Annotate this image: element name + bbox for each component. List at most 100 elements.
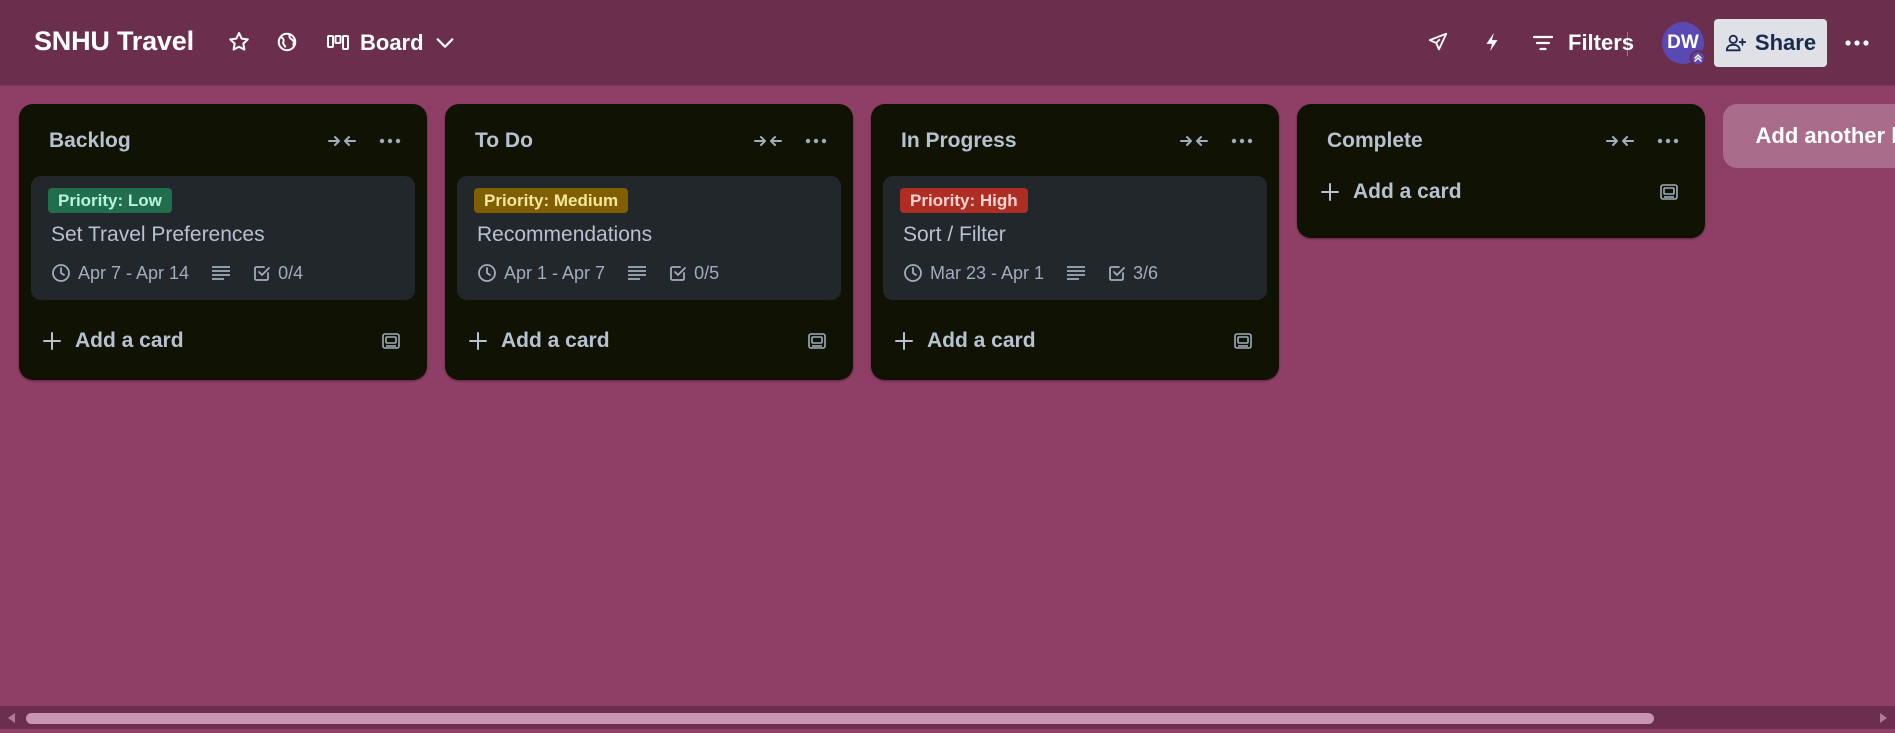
list-complete: Complete Add a card [1297,104,1705,238]
board-view-label: Board [360,30,424,55]
star-icon [229,32,249,51]
admin-badge [1690,50,1706,66]
list-header: In Progress [871,104,1279,176]
due-date-text: Apr 7 - Apr 14 [78,262,190,283]
board-menu-button[interactable] [1842,28,1872,58]
collapse-icon [328,136,356,146]
collapse-list-button[interactable] [753,128,783,154]
due-date-badge[interactable]: Mar 23 - Apr 1 [903,263,1044,284]
avatar[interactable]: DW [1662,22,1706,66]
power-ups-icon [1428,32,1448,51]
board-view-switcher[interactable]: Board [326,24,456,62]
description-icon [628,266,647,280]
card-badges: Mar 23 - Apr 1 3/6 [903,260,1158,286]
list-footer: Add a card [871,300,1279,380]
priority-label[interactable]: Priority: Medium [474,188,629,213]
clock-icon [904,264,922,282]
scroll-right-button[interactable] [1877,711,1891,725]
filters-button[interactable]: Filters [1532,26,1634,60]
card[interactable]: Priority: High Sort / Filter Mar 23 - Ap… [883,176,1267,300]
more-icon [1657,138,1679,144]
collapse-icon [1606,136,1634,146]
create-from-template-button[interactable] [379,329,403,353]
list-title[interactable]: In Progress [901,129,1017,153]
card-badges: Apr 1 - Apr 7 0/5 [477,260,719,286]
priority-label[interactable]: Priority: High [900,188,1028,213]
plus-icon [1743,135,1744,137]
visibility-button[interactable] [273,28,301,56]
power-ups-button[interactable] [1424,28,1452,56]
list-actions-button[interactable] [801,128,831,154]
collapse-icon [1180,136,1208,146]
collapse-list-button[interactable] [1179,128,1209,154]
checklist-count: 3/6 [1133,262,1159,283]
card[interactable]: Priority: Low Set Travel Preferences Apr… [31,176,415,300]
list-title[interactable]: Complete [1327,129,1423,153]
due-date-text: Apr 1 - Apr 7 [504,262,606,283]
checklist-badge: 0/5 [669,263,719,284]
share-label: Share [1754,30,1817,55]
scrollbar-thumb[interactable] [26,713,1654,724]
card-title: Set Travel Preferences [51,223,265,246]
checklist-icon [1109,266,1125,281]
scroll-left-button[interactable] [4,711,18,725]
add-card-button[interactable]: Add a card [1321,176,1462,208]
add-card-button[interactable]: Add a card [895,325,1036,357]
collapse-icon [754,136,782,146]
card-title: Sort / Filter [903,223,1006,246]
checklist-icon [254,266,270,281]
list-header: Complete [1297,104,1705,176]
list-actions-button[interactable] [1653,128,1683,154]
triangle-right-icon [1880,713,1887,723]
automation-button[interactable] [1478,28,1506,56]
more-icon [1231,138,1253,144]
horizontal-scrollbar[interactable] [0,706,1895,729]
card-badges: Apr 7 - Apr 14 0/4 [51,260,303,286]
due-date-text: Mar 23 - Apr 1 [930,262,1045,283]
collapse-list-button[interactable] [327,128,357,154]
due-date-badge[interactable]: Apr 1 - Apr 7 [477,263,605,284]
due-date-badge[interactable]: Apr 7 - Apr 14 [51,263,189,284]
plus-icon [1321,183,1339,201]
checklist-count: 0/4 [278,262,304,283]
template-icon [808,333,826,349]
priority-label[interactable]: Priority: Low [48,188,172,213]
add-list-button[interactable]: Add another list [1723,104,1895,168]
list-in-progress: In Progress Priority: High Sort / Filter… [871,104,1279,380]
automation-icon [1486,32,1498,52]
card[interactable]: Priority: Medium Recommendations Apr 1 -… [457,176,841,300]
add-person-icon [1725,34,1747,52]
add-card-button[interactable]: Add a card [43,325,184,357]
description-badge [627,264,647,282]
description-icon [212,266,231,280]
create-from-template-button[interactable] [1657,180,1681,204]
template-icon [382,333,400,349]
list-actions-button[interactable] [375,128,405,154]
card-title: Recommendations [477,223,653,246]
collapse-list-button[interactable] [1605,128,1635,154]
list-header: To Do [445,104,853,176]
description-badge [211,264,231,282]
header-divider [1627,32,1628,56]
list-title[interactable]: Backlog [49,129,131,153]
chevron-down-icon [436,38,453,48]
list-header: Backlog [19,104,427,176]
share-button[interactable]: Share [1714,19,1827,67]
list-actions-button[interactable] [1227,128,1257,154]
create-from-template-button[interactable] [805,329,829,353]
add-card-label: Add a card [927,329,1036,352]
clock-icon [478,264,496,282]
plus-icon [43,332,61,350]
list-backlog: Backlog Priority: Low Set Travel Prefere… [19,104,427,380]
list-title[interactable]: To Do [475,129,533,153]
plus-icon [895,332,913,350]
board-title[interactable]: SNHU Travel [34,26,194,57]
create-from-template-button[interactable] [1231,329,1255,353]
list-footer: Add a card [1297,176,1705,238]
add-list-label: Add another list [1755,123,1895,148]
add-card-button[interactable]: Add a card [469,325,610,357]
add-card-label: Add a card [1353,180,1462,203]
star-board-button[interactable] [225,28,253,56]
clock-icon [52,264,70,282]
filters-label: Filters [1568,30,1635,55]
